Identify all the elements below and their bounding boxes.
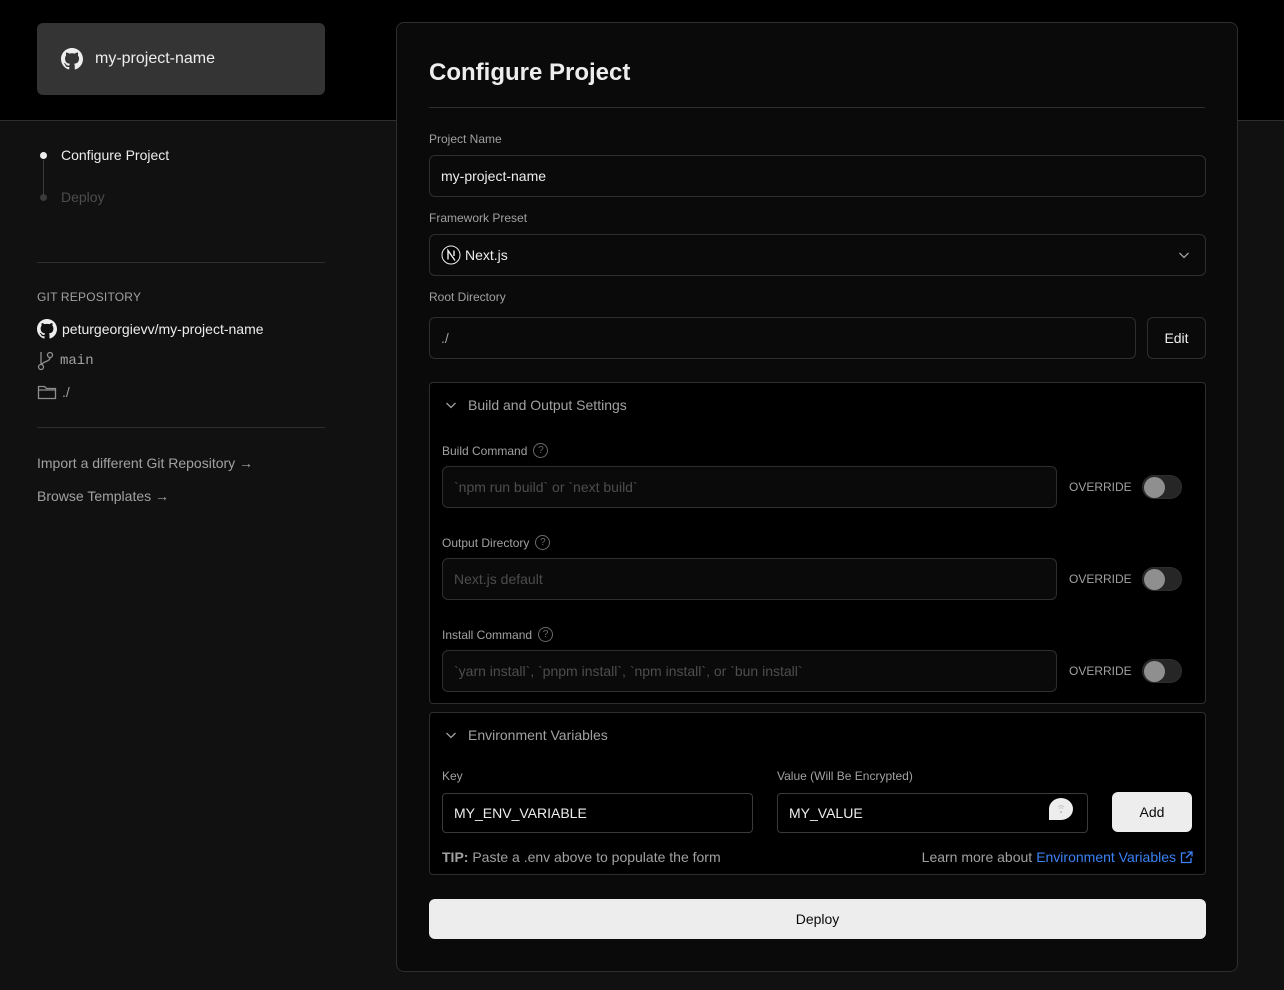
install-command-label-text: Install Command xyxy=(442,627,533,642)
environment-variables-toggle[interactable]: Environment Variables xyxy=(444,727,608,743)
framework-preset-value: Next.js xyxy=(465,247,508,263)
build-command-input[interactable]: `npm run build` or `next build` xyxy=(442,466,1057,508)
tip-text: Paste a .env above to populate the form xyxy=(472,849,721,865)
configure-project-panel: Configure Project Project Name my-projec… xyxy=(396,22,1238,972)
root-directory-value: ./ xyxy=(441,330,449,346)
step-dot-inactive xyxy=(40,193,47,201)
sidebar-divider xyxy=(37,262,325,263)
step-label: Configure Project xyxy=(61,147,170,163)
chevron-down-icon xyxy=(446,402,456,409)
toggle-knob xyxy=(1144,661,1165,682)
git-directory-path: ./ xyxy=(62,384,70,400)
password-manager-icon[interactable] xyxy=(1049,798,1073,820)
learn-more-prefix: Learn more about xyxy=(921,849,1033,865)
add-env-variable-button[interactable]: Add xyxy=(1112,792,1192,832)
project-name-value: my-project-name xyxy=(441,168,547,184)
environment-variables-docs-link[interactable]: Environment Variables xyxy=(1036,849,1176,865)
step-configure-project: Configure Project xyxy=(40,145,169,165)
github-icon xyxy=(37,319,57,339)
deploy-button[interactable]: Deploy xyxy=(429,899,1206,939)
framework-preset-select[interactable]: Next.js xyxy=(429,234,1206,276)
repo-card: my-project-name xyxy=(37,23,325,95)
toggle-knob xyxy=(1144,477,1165,498)
build-command-label-text: Build Command xyxy=(442,443,528,458)
help-icon[interactable]: ? xyxy=(535,535,551,550)
output-directory-label: Output Directory ? xyxy=(442,535,551,550)
sidebar-divider xyxy=(37,427,325,428)
chevron-down-icon xyxy=(1179,252,1189,259)
step-label: Deploy xyxy=(61,189,105,205)
install-command-override-label: OVERRIDE xyxy=(1069,664,1132,678)
repo-card-name: my-project-name xyxy=(95,50,216,67)
output-directory-override-label: OVERRIDE xyxy=(1069,572,1132,586)
output-directory-placeholder: Next.js default xyxy=(454,571,543,587)
install-command-input[interactable]: `yarn install`, `pnpm install`, `npm ins… xyxy=(442,650,1057,692)
git-directory-row: ./ xyxy=(37,383,70,401)
learn-more: Learn more about Environment Variables xyxy=(922,849,1193,865)
env-key-value: MY_ENV_VARIABLE xyxy=(454,805,587,821)
root-directory-label: Root Directory xyxy=(429,290,506,304)
git-repo-row: peturgeorgievv/my-project-name xyxy=(37,319,264,339)
build-command-override-toggle[interactable] xyxy=(1142,475,1182,499)
env-value-input[interactable]: MY_VALUE xyxy=(777,793,1088,833)
help-icon[interactable]: ? xyxy=(538,627,554,642)
section-title: Environment Variables xyxy=(468,727,608,743)
install-command-placeholder: `yarn install`, `pnpm install`, `npm ins… xyxy=(454,663,803,679)
environment-variables-section: Environment Variables Key MY_ENV_VARIABL… xyxy=(429,712,1206,875)
external-link-icon[interactable] xyxy=(1180,850,1193,864)
steps-list: Configure Project Deploy xyxy=(40,145,169,229)
env-tip: TIP: Paste a .env above to populate the … xyxy=(442,849,721,865)
install-command-label: Install Command ? xyxy=(442,627,554,642)
output-directory-input[interactable]: Next.js default xyxy=(442,558,1057,600)
git-repository-heading: GIT REPOSITORY xyxy=(37,290,142,304)
git-branch-name: main xyxy=(60,353,94,369)
build-command-override-label: OVERRIDE xyxy=(1069,480,1132,494)
root-directory-edit-button[interactable]: Edit xyxy=(1147,317,1206,359)
tip-prefix: TIP: xyxy=(442,849,469,865)
import-different-repo-link[interactable]: Import a different Git Repository → xyxy=(37,455,253,471)
title-divider xyxy=(429,107,1205,108)
build-output-settings-toggle[interactable]: Build and Output Settings xyxy=(444,397,627,413)
build-command-placeholder: `npm run build` or `next build` xyxy=(454,479,638,495)
toggle-knob xyxy=(1144,569,1165,590)
step-dot-active xyxy=(40,151,47,159)
install-command-override-toggle[interactable] xyxy=(1142,659,1182,683)
nextjs-icon xyxy=(441,245,461,265)
git-branch-row: main xyxy=(37,351,94,371)
root-directory-input[interactable]: ./ xyxy=(429,317,1136,359)
page-title: Configure Project xyxy=(429,59,631,86)
framework-preset-label: Framework Preset xyxy=(429,211,528,225)
project-name-label: Project Name xyxy=(429,132,502,146)
env-key-input[interactable]: MY_ENV_VARIABLE xyxy=(442,793,753,833)
section-title: Build and Output Settings xyxy=(468,397,627,413)
github-icon xyxy=(61,48,83,70)
project-name-input[interactable]: my-project-name xyxy=(429,155,1206,197)
build-command-label: Build Command ? xyxy=(442,443,549,458)
folder-icon xyxy=(37,385,57,400)
output-directory-label-text: Output Directory xyxy=(442,535,530,550)
git-branch-icon xyxy=(37,351,54,371)
build-output-settings-section: Build and Output Settings Build Command … xyxy=(429,382,1206,704)
env-value-label: Value (Will Be Encrypted) xyxy=(777,769,913,783)
browse-templates-link[interactable]: Browse Templates → xyxy=(37,488,169,504)
env-value-value: MY_VALUE xyxy=(789,805,863,821)
git-repo-name: peturgeorgievv/my-project-name xyxy=(62,321,264,337)
help-icon[interactable]: ? xyxy=(533,443,549,458)
chevron-down-icon xyxy=(446,732,456,739)
step-deploy: Deploy xyxy=(40,187,169,207)
env-key-label: Key xyxy=(442,769,463,783)
output-directory-override-toggle[interactable] xyxy=(1142,567,1182,591)
